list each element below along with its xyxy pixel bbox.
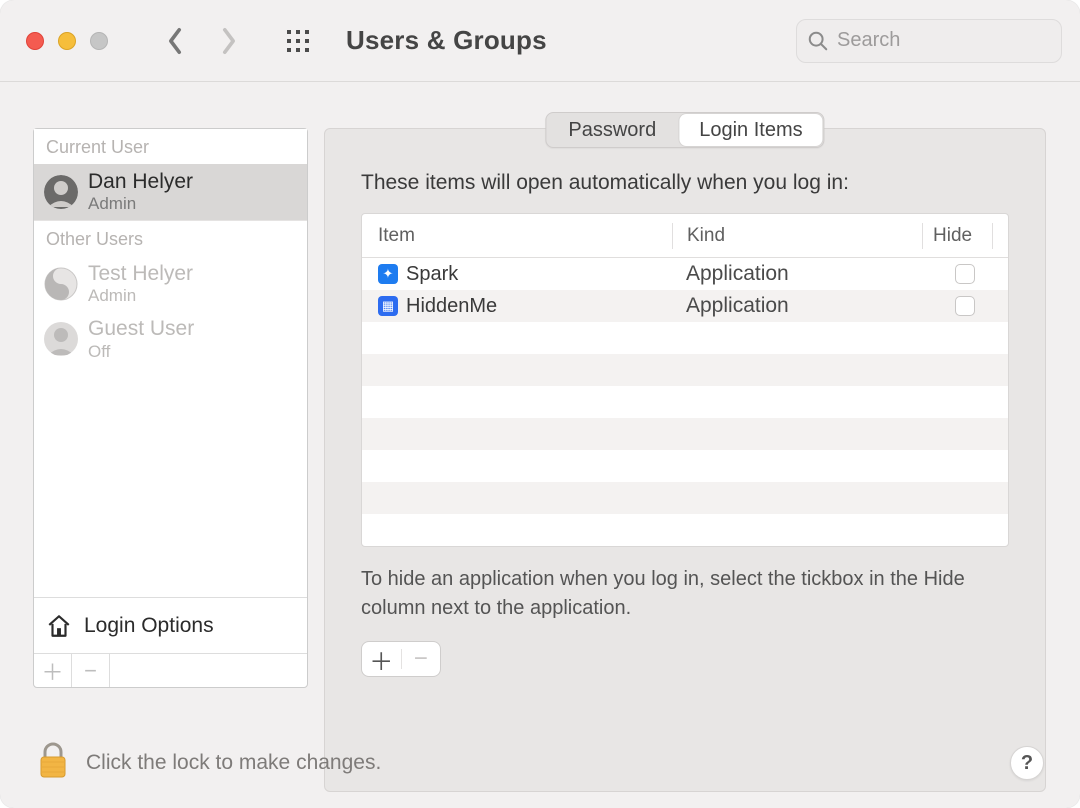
table-row-empty: [362, 514, 1008, 546]
add-login-item-button[interactable]: ＋: [362, 642, 401, 677]
item-name: HiddenMe: [406, 295, 497, 318]
remove-user-button[interactable]: −: [72, 654, 110, 687]
avatar: [44, 267, 78, 301]
app-icon: ▦: [378, 296, 398, 316]
user-role: Off: [88, 342, 194, 362]
maximize-window-button[interactable]: [90, 32, 108, 50]
login-items-table: Item Kind Hide ✦ Spark Application: [361, 213, 1009, 547]
sidebar-add-remove: ＋ −: [34, 653, 307, 687]
tab-password-label: Password: [568, 119, 656, 142]
minimize-window-button[interactable]: [58, 32, 76, 50]
tab-login-items[interactable]: Login Items: [679, 114, 822, 146]
search-icon: [807, 30, 829, 52]
table-row-empty: [362, 322, 1008, 354]
user-name: Dan Helyer: [88, 170, 193, 194]
col-item[interactable]: Item: [362, 225, 672, 247]
forward-button[interactable]: [212, 24, 246, 58]
col-kind[interactable]: Kind: [672, 223, 922, 249]
login-options-button[interactable]: Login Options: [34, 597, 307, 653]
avatar-photo-icon: [44, 175, 78, 209]
search-field[interactable]: [796, 19, 1062, 63]
tab-bar: Password Login Items: [545, 112, 824, 148]
add-user-button[interactable]: ＋: [34, 654, 72, 687]
table-row[interactable]: ▦ HiddenMe Application: [362, 290, 1008, 322]
login-items-add-remove: ＋ −: [361, 641, 441, 677]
chevron-left-icon: [166, 27, 184, 55]
item-kind: Application: [672, 262, 922, 286]
avatar: [44, 175, 78, 209]
sidebar-user-other-1[interactable]: Guest User Off: [34, 311, 307, 367]
user-name: Test Helyer: [88, 262, 193, 286]
search-input[interactable]: [835, 28, 1051, 53]
item-kind: Application: [672, 294, 922, 318]
user-role: Admin: [88, 194, 193, 214]
lock-button[interactable]: [36, 741, 70, 786]
hide-checkbox[interactable]: [955, 296, 975, 316]
current-user-section-label: Current User: [34, 129, 307, 164]
sidebar-user-current[interactable]: Dan Helyer Admin: [34, 164, 307, 220]
help-button[interactable]: ?: [1010, 746, 1044, 780]
toolbar: Users & Groups: [0, 0, 1080, 82]
tab-login-items-label: Login Items: [699, 119, 802, 142]
table-row[interactable]: ✦ Spark Application: [362, 258, 1008, 290]
nav-buttons: [158, 24, 246, 58]
table-row-empty: [362, 354, 1008, 386]
grid-icon: [286, 29, 310, 53]
main-pane: Password Login Items These items will op…: [324, 128, 1046, 792]
users-sidebar: Current User Dan Helyer Admin Other User…: [33, 128, 308, 688]
close-window-button[interactable]: [26, 32, 44, 50]
hide-hint: To hide an application when you log in, …: [361, 565, 1009, 623]
app-icon: ✦: [378, 264, 398, 284]
remove-login-item-button[interactable]: −: [402, 645, 441, 673]
item-name: Spark: [406, 263, 458, 286]
sidebar-user-other-0[interactable]: Test Helyer Admin: [34, 256, 307, 312]
login-options-label: Login Options: [84, 614, 214, 638]
table-row-empty: [362, 482, 1008, 514]
footer: Click the lock to make changes. ?: [0, 718, 1080, 808]
user-role: Admin: [88, 286, 193, 306]
table-row-empty: [362, 450, 1008, 482]
window-controls: [26, 32, 108, 50]
lock-hint: Click the lock to make changes.: [86, 751, 381, 775]
content: Current User Dan Helyer Admin Other User…: [0, 82, 1080, 808]
chevron-right-icon: [220, 27, 238, 55]
table-row-empty: [362, 386, 1008, 418]
preferences-window: Users & Groups Current User Dan Helyer A…: [0, 0, 1080, 808]
silhouette-icon: [44, 322, 78, 356]
page-title: Users & Groups: [346, 25, 547, 56]
tab-password[interactable]: Password: [546, 113, 678, 147]
login-items-intro: These items will open automatically when…: [361, 171, 1009, 195]
help-label: ?: [1021, 752, 1033, 775]
show-all-button[interactable]: [286, 29, 310, 53]
table-header: Item Kind Hide: [362, 214, 1008, 258]
table-row-empty: [362, 418, 1008, 450]
lock-icon: [36, 741, 70, 781]
col-hide[interactable]: Hide: [922, 223, 992, 249]
table-body: ✦ Spark Application ▦ HiddenMe Applica: [362, 258, 1008, 546]
hide-checkbox[interactable]: [955, 264, 975, 284]
user-name: Guest User: [88, 317, 194, 341]
house-icon: [46, 613, 72, 639]
other-users-section-label: Other Users: [34, 220, 307, 256]
back-button[interactable]: [158, 24, 192, 58]
yinyang-icon: [44, 267, 78, 301]
avatar: [44, 322, 78, 356]
